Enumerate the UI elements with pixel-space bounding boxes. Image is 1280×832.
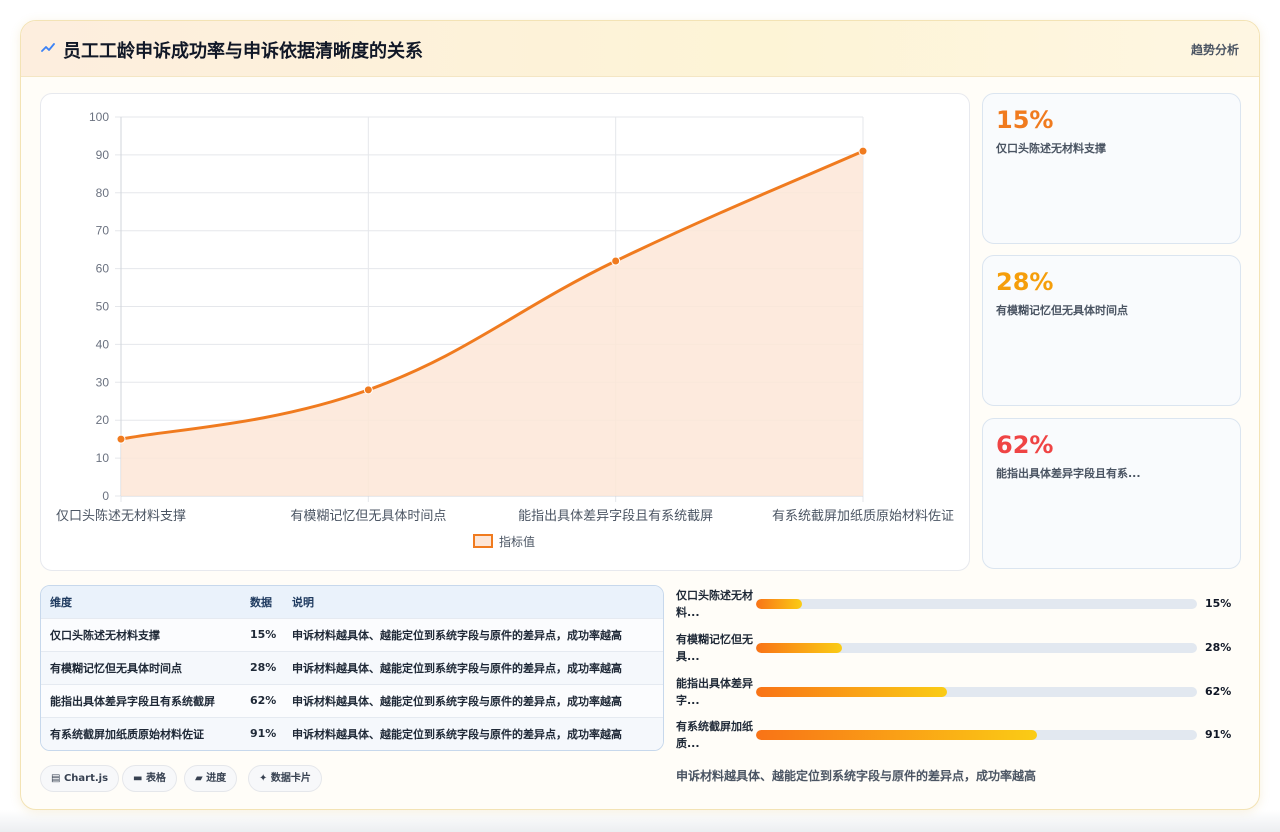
progress-row: 仅口头陈述无材料... 15%	[676, 587, 1241, 627]
y-tick-label: 50	[96, 300, 110, 314]
progress-fill	[756, 730, 1037, 740]
table-cell: 申诉材料越具体、越能定位到系统字段与原件的差异点，成功率越高	[292, 661, 622, 675]
chip-data-cards[interactable]: ✦ 数据卡片	[248, 765, 322, 792]
progress-fill	[756, 687, 948, 697]
progress-fill	[756, 599, 803, 609]
data-point	[116, 434, 126, 444]
series-area	[121, 151, 863, 497]
card-header: 员工工龄申诉成功率与申诉依据清晰度的关系 趋势分析	[21, 21, 1259, 77]
chip-chartjs[interactable]: ▤ Chart.js	[40, 765, 120, 792]
table-cell: 有模糊记忆但无具体时间点	[50, 661, 182, 675]
stat-value: 62%	[996, 431, 1054, 459]
y-tick-label: 70	[96, 224, 110, 238]
table-cell: 28%	[250, 661, 277, 674]
x-tick-label: 能指出具体差异字段且有系统截屏	[518, 508, 713, 523]
header-tag: 趋势分析	[1190, 43, 1239, 57]
table-cell: 申诉材料越具体、越能定位到系统字段与原件的差异点，成功率越高	[292, 727, 622, 741]
trend-icon	[41, 43, 55, 52]
page-title: 员工工龄申诉成功率与申诉依据清晰度的关系	[63, 41, 423, 62]
x-tick-label: 有系统截屏加纸质原始材料佐证	[772, 508, 954, 523]
table-header: 说明	[292, 595, 314, 609]
chip-label: 进度	[206, 773, 227, 784]
chart-panel: 0 10 20 30 40 50 60 70 80 90 100 仅口头陈述无材料支撑 有模糊记忆但无具…	[40, 93, 970, 571]
data-point	[611, 256, 621, 266]
progress-track	[756, 599, 1197, 609]
legend-swatch	[473, 534, 493, 548]
stat-card-2: 28% 有模糊记忆但无具体时间点	[982, 255, 1241, 406]
table-cell: 有系统截屏加纸质原始材料佐证	[50, 727, 204, 741]
stat-label: 仅口头陈述无材料支撑	[996, 142, 1106, 155]
table-cell: 能指出具体差异字段且有系统截屏	[50, 694, 215, 708]
y-tick-label: 100	[89, 110, 109, 124]
progress-track	[756, 643, 1197, 653]
x-tick-label: 有模糊记忆但无具体时间点	[290, 508, 446, 523]
table-header: 数据	[250, 595, 272, 609]
stat-label: 能指出具体差异字段且有系...	[996, 467, 1141, 480]
y-tick-label: 90	[96, 148, 110, 162]
page-bottom-shade	[0, 810, 1280, 832]
progress-label: 有模糊记忆但无具...	[676, 633, 753, 663]
y-tick-label: 30	[96, 375, 110, 389]
progress-value: 15%	[1205, 597, 1232, 610]
data-table: 维度 数据 说明 仅口头陈述无材料支撑 15% 申诉材料越具体、越能定位到系统字…	[40, 585, 664, 751]
progress-fill	[756, 643, 843, 653]
y-tick-label: 80	[96, 186, 110, 200]
table-cell: 62%	[250, 694, 277, 707]
table-cell: 仅口头陈述无材料支撑	[50, 628, 160, 642]
data-point	[858, 146, 868, 156]
progress-row: 能指出具体差异字... 62%	[676, 675, 1241, 715]
dashboard-card: 员工工龄申诉成功率与申诉依据清晰度的关系 趋势分析 0 10 20 30 40 50 60 7…	[20, 20, 1260, 810]
stat-card-1: 15% 仅口头陈述无材料支撑	[982, 93, 1241, 244]
progress-label: 有系统截屏加纸质...	[676, 720, 753, 750]
data-point	[363, 385, 373, 395]
stat-value: 28%	[996, 268, 1054, 296]
progress-value: 62%	[1205, 685, 1232, 698]
table-header: 维度	[50, 595, 72, 609]
chip-label: 表格	[145, 773, 166, 784]
table-header-row: 维度 数据 说明	[41, 586, 663, 618]
table-cell: 91%	[250, 727, 277, 741]
progress-value: 28%	[1205, 641, 1232, 654]
chip-label: 数据卡片	[270, 773, 311, 784]
progress-label: 仅口头陈述无材料...	[676, 589, 753, 619]
chip-progress[interactable]: ▰ 进度	[184, 765, 238, 792]
progress-label: 能指出具体差异字...	[676, 677, 753, 707]
progress-row: 有系统截屏加纸质... 91%	[676, 718, 1241, 758]
stat-label: 有模糊记忆但无具体时间点	[996, 304, 1128, 317]
table-row: 有模糊记忆但无具体时间点 28% 申诉材料越具体、越能定位到系统字段与原件的差异…	[41, 651, 663, 684]
chip-table[interactable]: ▬ 表格	[122, 765, 177, 792]
stat-value: 15%	[996, 106, 1054, 134]
progress-track	[756, 730, 1197, 740]
table-row: 仅口头陈述无材料支撑 15% 申诉材料越具体、越能定位到系统字段与原件的差异点，…	[41, 618, 663, 651]
stat-card-3: 62% 能指出具体差异字段且有系...	[982, 418, 1241, 569]
progress-track	[756, 687, 1197, 697]
y-tick-label: 0	[102, 489, 109, 503]
table-cell: 申诉材料越具体、越能定位到系统字段与原件的差异点，成功率越高	[292, 694, 622, 708]
x-tick-label: 仅口头陈述无材料支撑	[56, 508, 186, 523]
y-tick-label: 10	[96, 451, 110, 465]
table-cell: 15%	[250, 628, 277, 641]
table-row: 能指出具体差异字段且有系统截屏 62% 申诉材料越具体、越能定位到系统字段与原件…	[41, 684, 663, 717]
progress-value: 91%	[1205, 728, 1232, 741]
progress-row: 有模糊记忆但无具... 28%	[676, 631, 1241, 671]
summary-text: 申诉材料越具体、越能定位到系统字段与原件的差异点，成功率越高	[676, 769, 1037, 783]
legend-label: 指标值	[499, 534, 535, 549]
table-cell: 申诉材料越具体、越能定位到系统字段与原件的差异点，成功率越高	[292, 628, 622, 642]
line-chart: 0 10 20 30 40 50 60 70 80 90 100 仅口头陈述无材料支撑 有模糊记忆但无具…	[56, 110, 954, 549]
y-tick-label: 20	[96, 413, 110, 427]
y-tick-label: 40	[96, 337, 110, 351]
table-row: 有系统截屏加纸质原始材料佐证 91% 申诉材料越具体、越能定位到系统字段与原件的…	[41, 717, 663, 750]
y-tick-label: 60	[96, 262, 110, 276]
chip-label: Chart.js	[63, 773, 109, 784]
